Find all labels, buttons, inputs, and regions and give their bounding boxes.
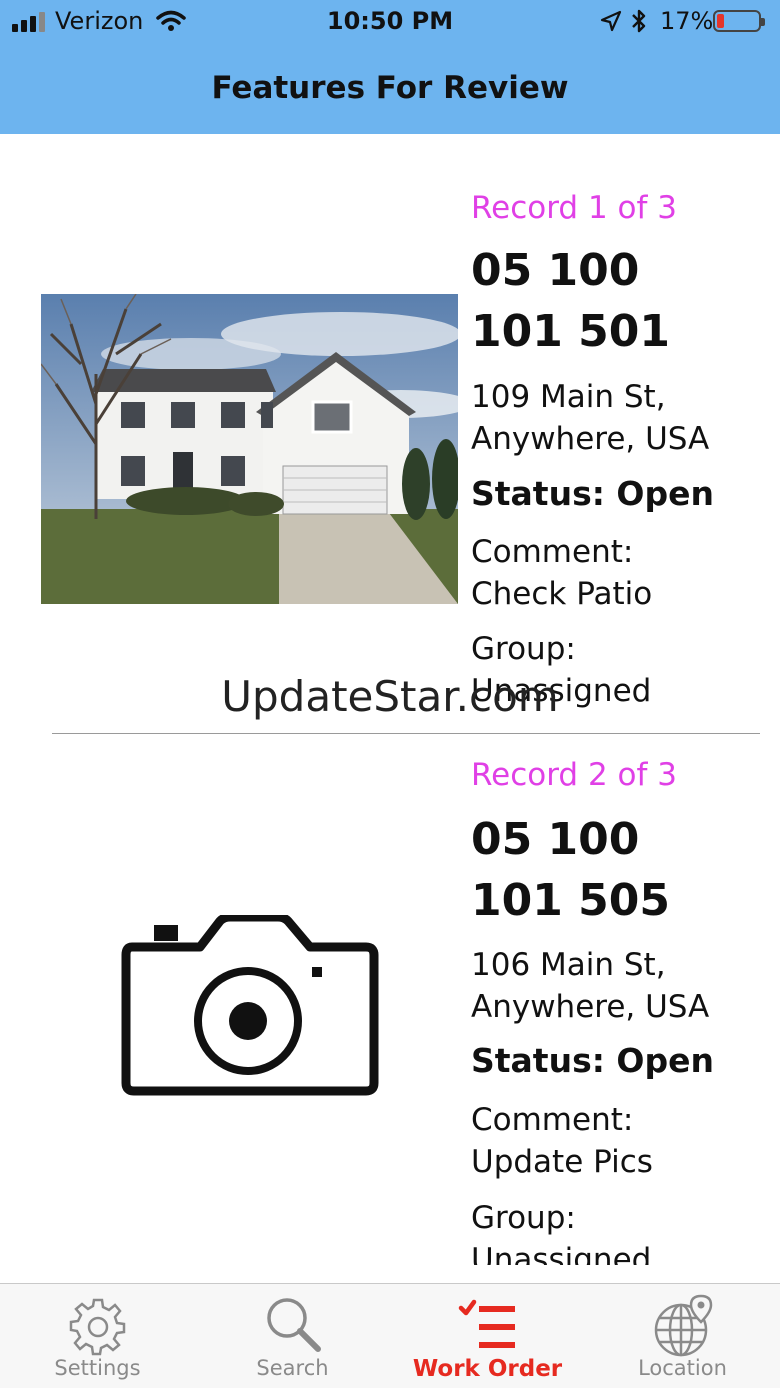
record-id-line2: 101 501 — [471, 306, 671, 357]
record-comment: Comment: Check Patio — [471, 531, 776, 615]
tab-settings[interactable]: Settings — [0, 1284, 195, 1388]
address-line2: Anywhere, USA — [471, 989, 710, 1025]
record-address: 106 Main St, Anywhere, USA — [471, 944, 776, 1028]
record-group: Group: Unassigned — [471, 1197, 776, 1265]
record-status: Status: Open — [471, 474, 714, 513]
gear-icon — [69, 1298, 125, 1356]
record-id-line1: 05 100 — [471, 814, 640, 865]
location-arrow-icon — [600, 10, 622, 38]
record-id: 05 100 101 505 — [471, 809, 771, 931]
status-bar: Verizon 10:50 PM 17% — [0, 0, 780, 44]
record-card-2[interactable]: Record 2 of 3 05 100 101 505 106 Main St… — [0, 735, 780, 1265]
record-counter: Record 2 of 3 — [471, 757, 677, 793]
record-counter: Record 1 of 3 — [471, 190, 677, 226]
page-title: Features For Review — [211, 70, 569, 106]
header: Verizon 10:50 PM 17% Features For Review — [0, 0, 780, 134]
tab-label: Settings — [54, 1356, 141, 1380]
record-divider — [52, 733, 760, 734]
battery-icon — [713, 10, 765, 32]
checklist-icon — [458, 1299, 515, 1348]
record-id-line2: 101 505 — [471, 875, 671, 926]
record-comment: Comment: Update Pics — [471, 1099, 776, 1183]
globe-pin-icon — [654, 1294, 712, 1357]
record-card-1[interactable]: Record 1 of 3 05 100 101 501 109 Main St… — [0, 134, 780, 734]
record-status: Status: Open — [471, 1041, 714, 1080]
group-value: Unassigned — [471, 1242, 652, 1265]
bluetooth-icon — [630, 7, 648, 41]
record-id-line1: 05 100 — [471, 245, 640, 296]
search-icon — [266, 1298, 321, 1352]
tab-location[interactable]: Location — [585, 1284, 780, 1388]
battery-percent: 17% — [660, 7, 714, 35]
tab-bar: Settings Search Work Order Location — [0, 1283, 780, 1388]
camera-icon[interactable] — [120, 912, 380, 1119]
group-label: Group: — [471, 1200, 576, 1236]
group-label: Group: — [471, 631, 576, 667]
tab-search[interactable]: Search — [195, 1284, 390, 1388]
tab-label: Work Order — [412, 1356, 563, 1382]
tab-label: Location — [638, 1356, 727, 1380]
address-line2: Anywhere, USA — [471, 421, 710, 457]
tab-label: Search — [256, 1356, 329, 1380]
address-line1: 109 Main St, — [471, 379, 666, 415]
record-address: 109 Main St, Anywhere, USA — [471, 376, 776, 460]
watermark: UpdateStar.com — [221, 672, 559, 721]
tab-work-order[interactable]: Work Order — [390, 1284, 585, 1388]
record-id: 05 100 101 501 — [471, 240, 771, 362]
address-line1: 106 Main St, — [471, 947, 666, 983]
comment-label: Comment: — [471, 1102, 634, 1138]
comment-label: Comment: — [471, 534, 634, 570]
comment-value: Update Pics — [471, 1144, 653, 1180]
house-photo[interactable] — [41, 294, 458, 604]
comment-value: Check Patio — [471, 576, 653, 612]
